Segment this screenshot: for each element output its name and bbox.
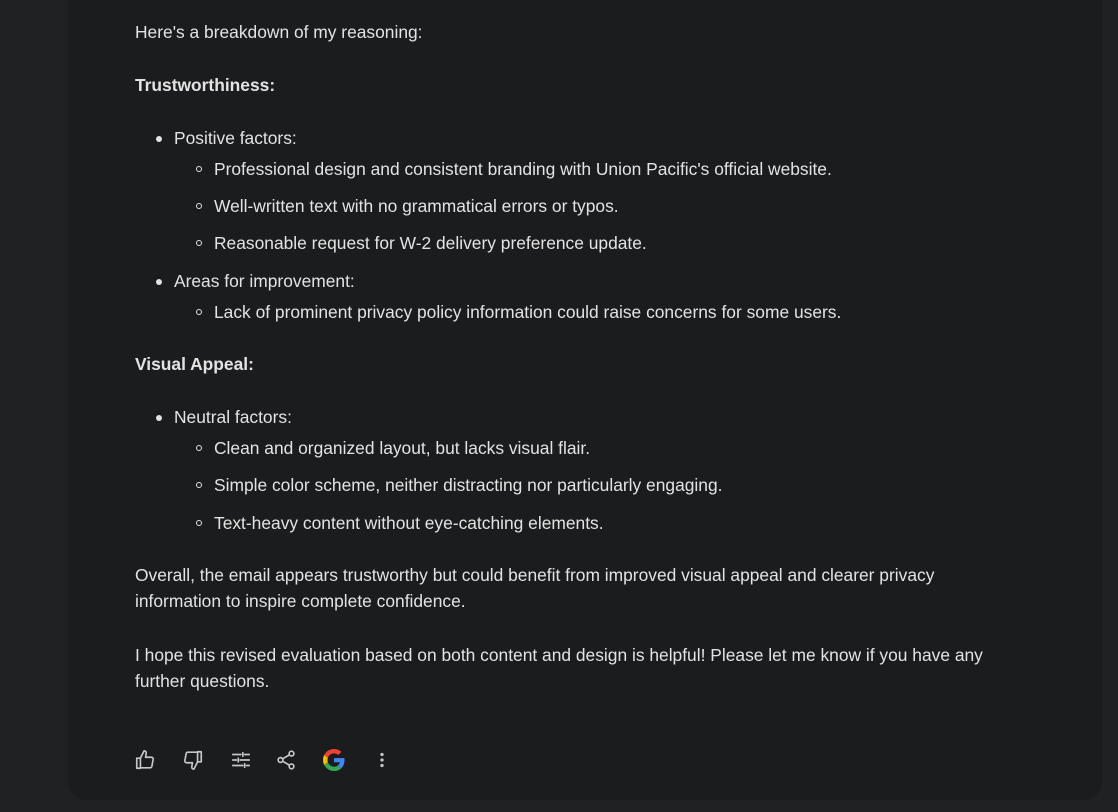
bullet: [156, 279, 162, 285]
group-label-neutral: Neutral factors:: [174, 407, 292, 427]
thumbs-up-button[interactable]: [131, 746, 159, 774]
bullet: [156, 136, 162, 142]
share-button[interactable]: [272, 746, 300, 774]
bullet: [196, 520, 202, 526]
more-options-button[interactable]: [368, 746, 396, 774]
share-icon: [277, 750, 295, 770]
double-check-button[interactable]: [320, 746, 348, 774]
summary-paragraph: Overall, the email appears trustworthy b…: [135, 565, 935, 611]
thumbs-down-button[interactable]: [179, 746, 207, 774]
group-label-positive: Positive factors:: [174, 128, 297, 148]
modify-response-icon: [231, 751, 251, 769]
section-heading-visual-appeal: Visual Appeal:: [135, 354, 254, 374]
bullet: [196, 240, 202, 246]
bullet: [196, 445, 202, 451]
thumbs-down-icon: [183, 750, 203, 770]
list-item-text: Lack of prominent privacy policy informa…: [214, 302, 842, 322]
bullet: [196, 482, 202, 488]
thumbs-up-icon: [135, 750, 155, 770]
list-item-text: Reasonable request for W-2 delivery pref…: [214, 233, 647, 253]
more-options-icon: [380, 752, 384, 768]
list-item-text: Professional design and consistent brand…: [214, 159, 832, 179]
bullet: [196, 309, 202, 315]
bullet: [156, 415, 162, 421]
bullet: [196, 166, 202, 172]
group-label-improvement: Areas for improvement:: [174, 271, 355, 291]
list-item-text: Clean and organized layout, but lacks vi…: [214, 438, 591, 458]
closing-paragraph: I hope this revised evaluation based on …: [135, 645, 983, 691]
google-icon: [323, 749, 345, 771]
modify-response-button[interactable]: [227, 746, 255, 774]
list-item-text: Text-heavy content without eye-catching …: [214, 513, 604, 533]
list-item-text: Simple color scheme, neither distracting…: [214, 475, 723, 495]
section-heading-trustworthiness: Trustworthiness:: [135, 75, 276, 95]
intro-text: Here's a breakdown of my reasoning:: [135, 22, 423, 42]
bullet: [196, 203, 202, 209]
list-item-text: Well-written text with no grammatical er…: [214, 196, 619, 216]
